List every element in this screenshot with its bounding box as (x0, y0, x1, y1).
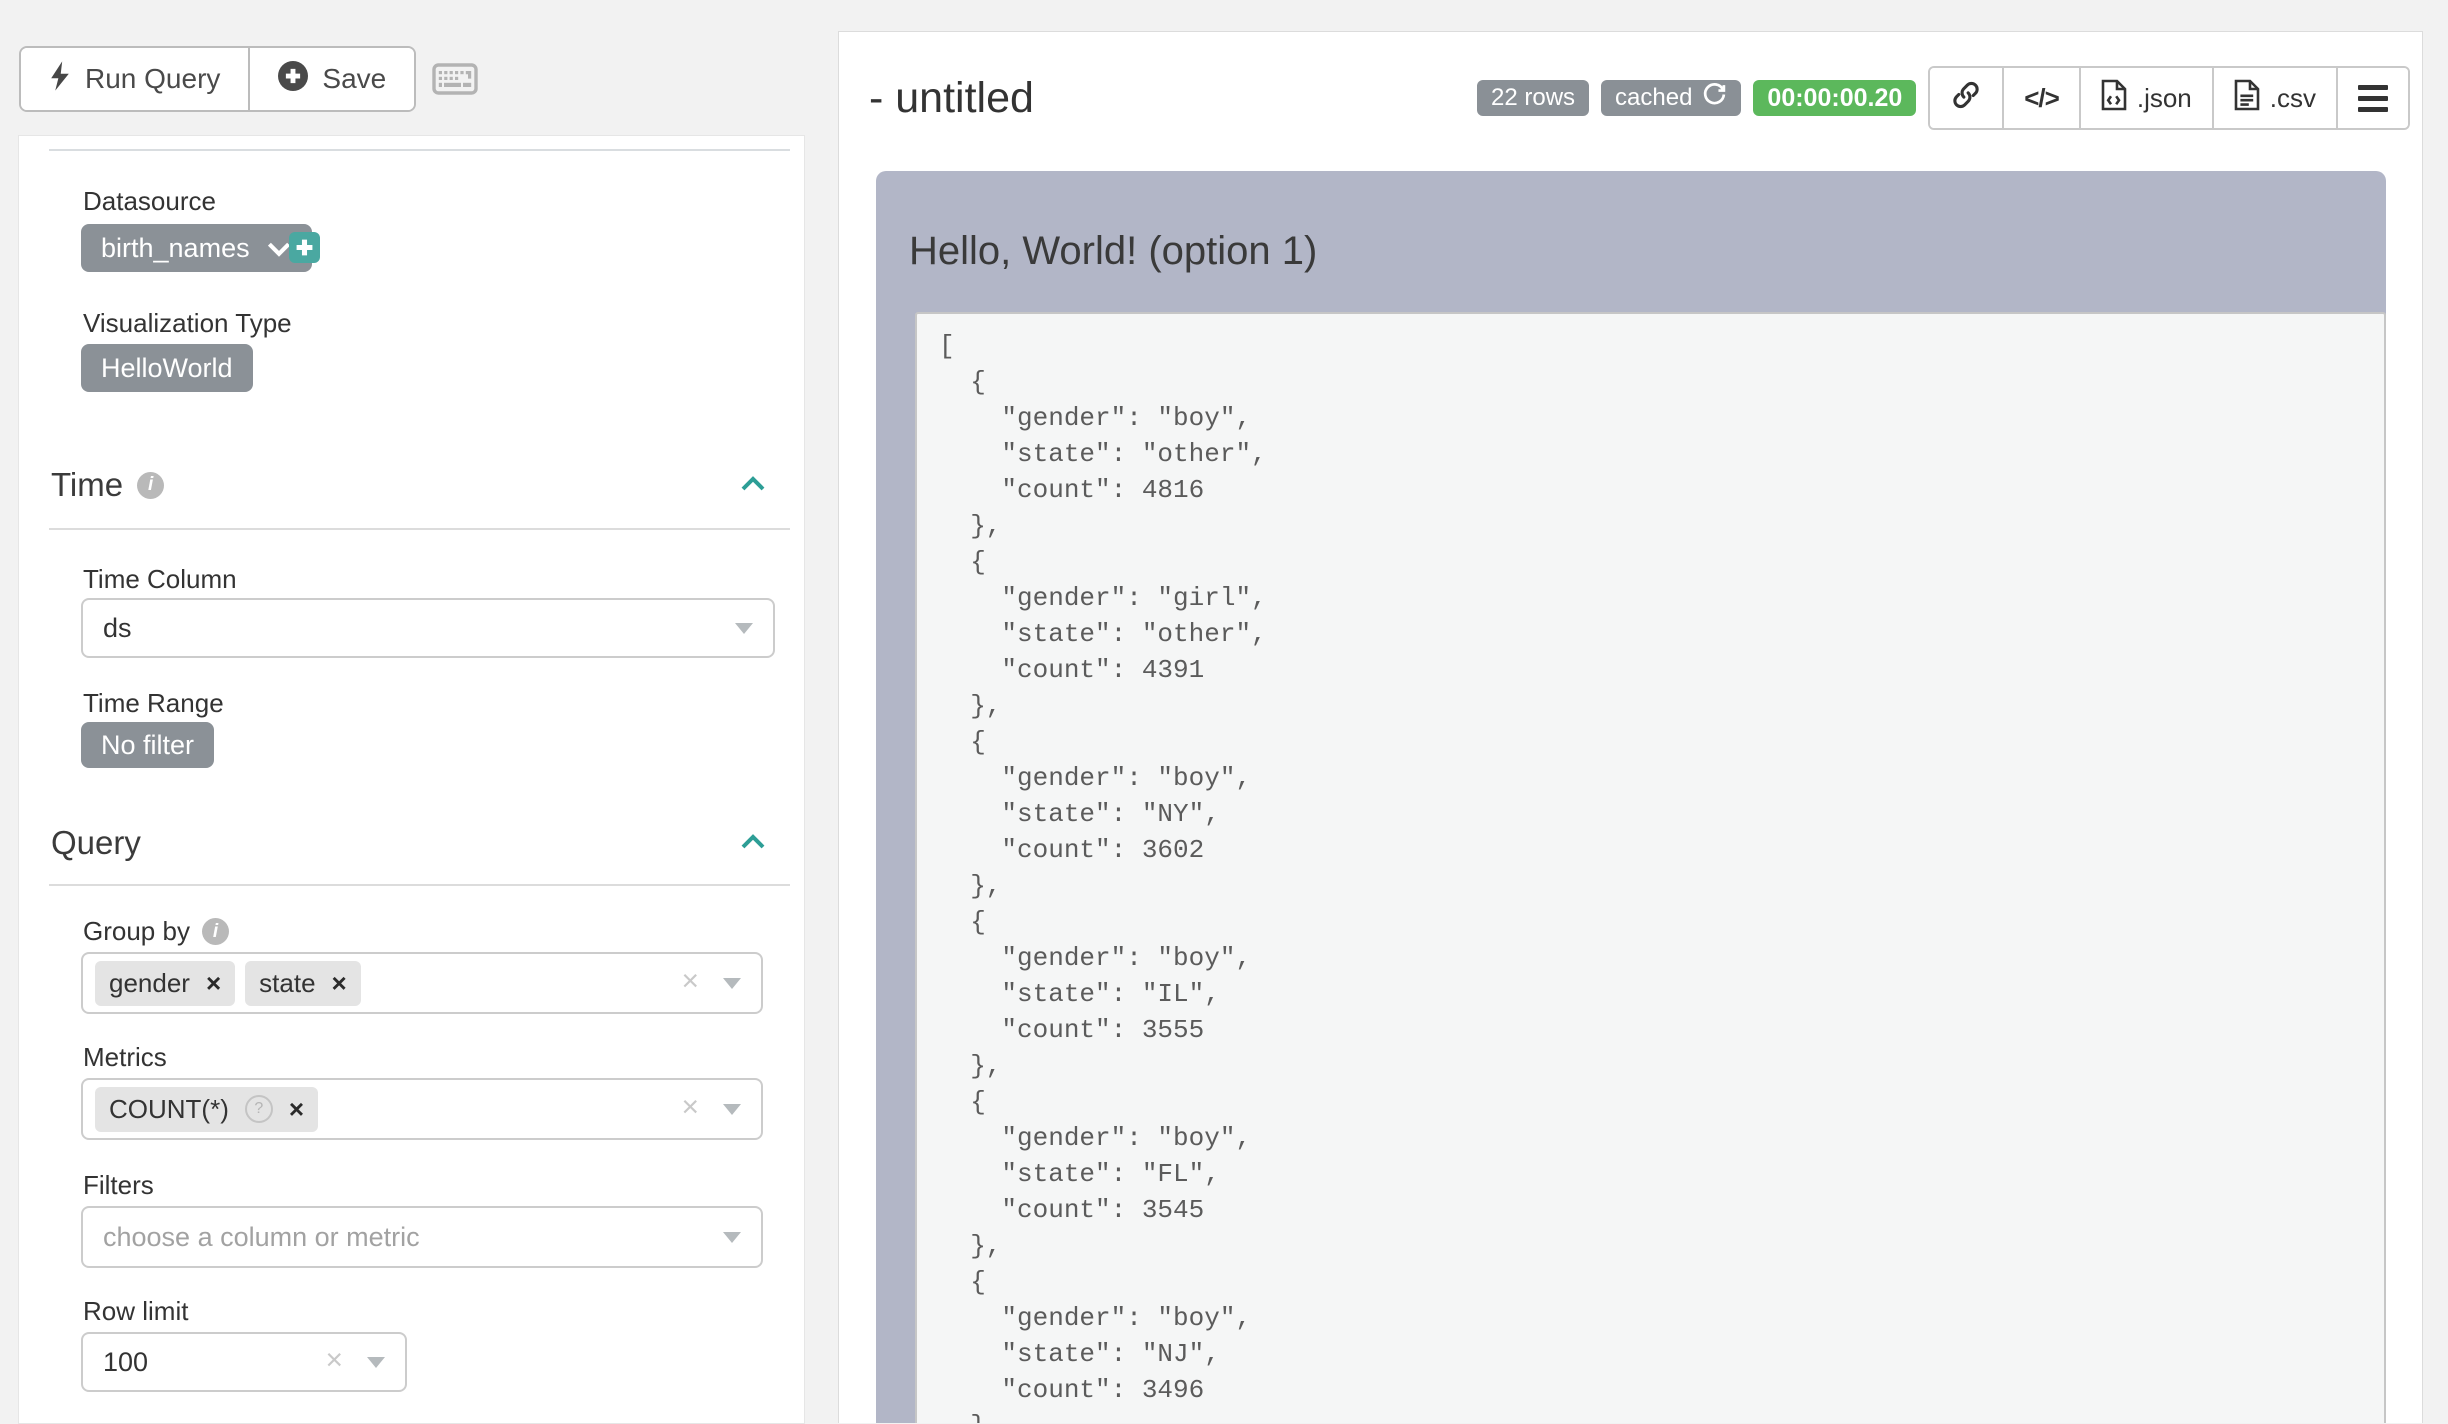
time-range-label: Time Range (83, 688, 224, 719)
metrics-label: Metrics (83, 1042, 167, 1073)
viz-type-value: HelloWorld (101, 353, 233, 384)
tag-label: state (259, 968, 315, 999)
caret-down-icon (723, 978, 741, 989)
run-save-button-group: Run Query Save (19, 46, 416, 112)
time-section-header: Time i (51, 466, 164, 504)
remove-tag-icon[interactable]: × (206, 968, 221, 999)
time-column-value: ds (103, 613, 132, 644)
results-panel: - untitled 22 rows cached 00:00:00.20 (838, 31, 2423, 1423)
hamburger-icon (2358, 85, 2388, 112)
keyboard-shortcuts-icon[interactable] (432, 61, 478, 97)
filters-select[interactable]: choose a column or metric (81, 1206, 763, 1268)
filters-label: Filters (83, 1170, 154, 1201)
export-json-button[interactable]: .json (2079, 68, 2212, 128)
tag-label: gender (109, 968, 190, 999)
caret-down-icon (723, 1104, 741, 1115)
menu-button[interactable] (2336, 68, 2408, 128)
tag-label: COUNT(*) (109, 1094, 229, 1125)
viz-type-label: Visualization Type (83, 308, 292, 339)
bolt-icon (49, 61, 71, 98)
short-link-button[interactable] (1930, 68, 2002, 128)
results-header-actions: 22 rows cached 00:00:00.20 (1477, 66, 2410, 130)
datasource-label: Datasource (83, 186, 216, 217)
save-button[interactable]: Save (248, 48, 414, 110)
caret-down-icon (367, 1357, 385, 1368)
visualization-title: Hello, World! (option 1) (909, 229, 1317, 274)
code-icon: </> (2024, 83, 2059, 114)
file-code-icon (2101, 79, 2127, 118)
time-section-divider (49, 528, 790, 530)
file-lines-icon (2234, 79, 2260, 118)
help-icon[interactable]: ? (245, 1095, 273, 1123)
remove-tag-icon[interactable]: × (332, 968, 347, 999)
chevron-down-icon (266, 233, 292, 264)
group-by-label: Group by i (83, 916, 229, 947)
time-range-value: No filter (101, 730, 194, 761)
query-timer-badge: 00:00:00.20 (1753, 80, 1916, 116)
selected-option-tag[interactable]: COUNT(*)? × (95, 1087, 318, 1132)
datasource-value: birth_names (101, 233, 250, 264)
group-by-select[interactable]: gender × state × × (81, 952, 763, 1014)
time-column-select[interactable]: ds (81, 598, 775, 658)
refresh-icon[interactable] (1702, 82, 1727, 114)
query-section-divider (49, 884, 790, 886)
row-limit-select[interactable]: 100 × (81, 1332, 407, 1392)
explore-control-panel: Datasource birth_names Visualization Typ… (18, 135, 805, 1424)
selected-option-tag[interactable]: state × (245, 961, 361, 1006)
time-range-button[interactable]: No filter (81, 722, 214, 768)
row-limit-label: Row limit (83, 1296, 188, 1327)
datasource-button[interactable]: birth_names (81, 224, 312, 272)
selected-option-tag[interactable]: gender × (95, 961, 235, 1006)
query-section-header: Query (51, 824, 141, 862)
json-results-box: [ { "gender": "boy", "state": "other", "… (915, 312, 2386, 1423)
save-label: Save (322, 63, 386, 95)
add-datasource-button[interactable] (289, 232, 320, 263)
caret-down-icon (723, 1232, 741, 1243)
row-limit-value: 100 (103, 1347, 148, 1378)
run-query-button[interactable]: Run Query (21, 48, 248, 110)
panel-top-divider (49, 149, 790, 151)
collapse-query-chevron-icon[interactable] (740, 834, 766, 855)
group-by-tags: gender × state × (95, 961, 361, 1006)
clear-selection-icon[interactable]: × (681, 965, 699, 999)
metrics-select[interactable]: COUNT(*)? × × (81, 1078, 763, 1140)
remove-tag-icon[interactable]: × (289, 1094, 304, 1125)
plus-circle-icon (278, 61, 308, 98)
time-column-label: Time Column (83, 564, 237, 595)
clear-selection-icon[interactable]: × (681, 1091, 699, 1125)
export-csv-button[interactable]: .csv (2212, 68, 2336, 128)
caret-down-icon (735, 623, 753, 634)
row-count-badge: 22 rows (1477, 80, 1589, 116)
run-query-label: Run Query (85, 63, 220, 95)
link-icon (1950, 79, 1982, 118)
viz-type-button[interactable]: HelloWorld (81, 344, 253, 392)
query-toolbar: Run Query Save (19, 46, 478, 112)
cached-badge[interactable]: cached (1601, 80, 1741, 116)
chart-title: - untitled (869, 74, 1034, 123)
json-output: [ { "gender": "boy", "state": "other", "… (917, 314, 2384, 1423)
export-button-group: </> .json .csv (1928, 66, 2410, 130)
metrics-tags: COUNT(*)? × (95, 1087, 318, 1132)
collapse-time-chevron-icon[interactable] (740, 476, 766, 497)
view-query-button[interactable]: </> (2002, 68, 2079, 128)
visualization-container: Hello, World! (option 1) [ { "gender": "… (876, 171, 2386, 1423)
export-json-label: .json (2137, 83, 2192, 114)
info-icon[interactable]: i (137, 472, 164, 499)
info-icon[interactable]: i (202, 918, 229, 945)
export-csv-label: .csv (2270, 83, 2316, 114)
filters-placeholder: choose a column or metric (103, 1222, 420, 1253)
clear-selection-icon[interactable]: × (325, 1344, 343, 1378)
